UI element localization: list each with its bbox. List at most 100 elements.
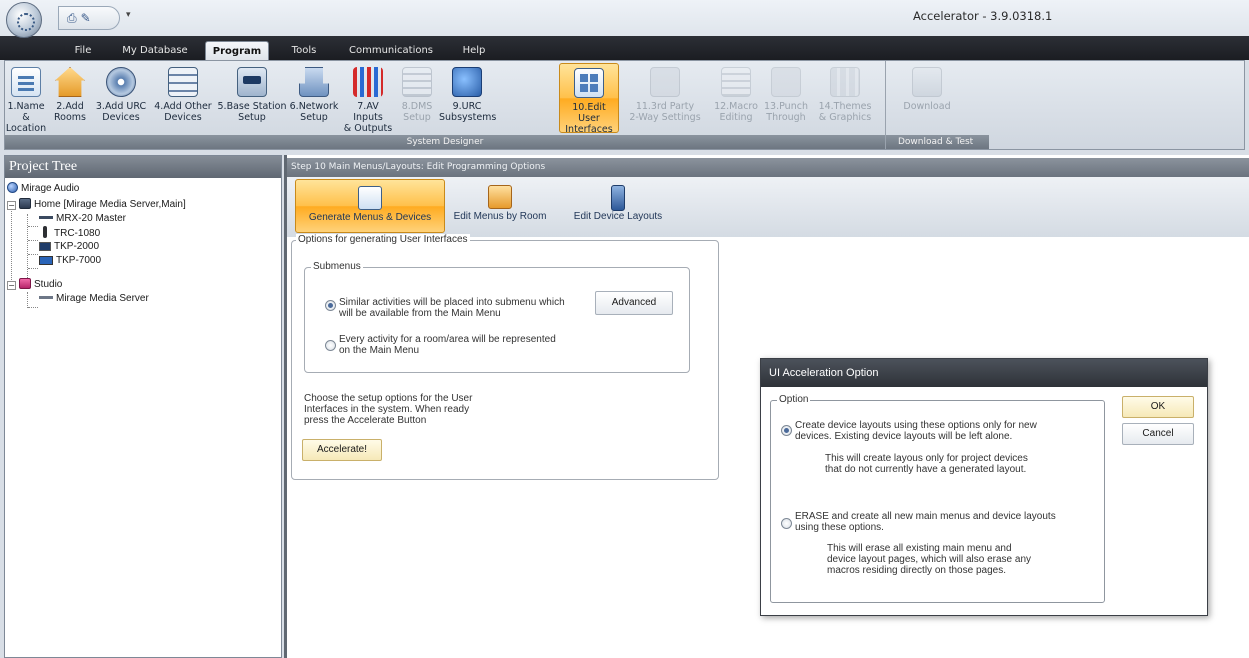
ui-acceleration-dialog: UI Acceleration Option Option Create dev… — [760, 358, 1208, 616]
dms-setup-button[interactable]: 8.DMS Setup — [397, 63, 437, 133]
edit-device-layouts-tab[interactable]: Edit Device Layouts — [563, 179, 673, 233]
button-label: 14.Themes — [818, 101, 872, 112]
button-label: 8.DMS — [401, 101, 433, 112]
erase-and-create-label: ERASE and create all new main menus and … — [795, 511, 1056, 533]
document-icon — [11, 67, 41, 97]
button-label: Setup — [238, 112, 266, 123]
add-urc-devices-button[interactable]: 3.Add URC Devices — [93, 63, 149, 133]
generate-menus-icon — [358, 186, 382, 210]
tab-communications[interactable]: Communications — [338, 41, 444, 60]
project-tree-panel: Project Tree Mirage Audio − Home [Mirage… — [4, 155, 282, 658]
tree-node-mirage-audio[interactable]: Mirage Audio — [7, 182, 79, 196]
dialog-title: UI Acceleration Option — [761, 359, 1207, 387]
title-bar: ⎙ ✎ ▾ Accelerator - 3.9.0318.1 — [0, 0, 1249, 38]
edit-icon[interactable]: ✎ — [81, 11, 91, 25]
every-activity-label: Every activity for a room/area will be r… — [339, 334, 556, 356]
room-icon — [19, 278, 31, 289]
every-activity-radio[interactable] — [325, 340, 336, 351]
button-label: 1.Name & — [7, 101, 45, 123]
edit-menus-by-room-tab[interactable]: Edit Menus by Room — [447, 179, 553, 233]
step-sub-ribbon: Generate Menus & Devices Edit Menus by R… — [287, 177, 1249, 237]
generate-menus-devices-tab[interactable]: Generate Menus & Devices — [295, 179, 445, 233]
erase-and-create-radio[interactable] — [781, 518, 792, 529]
ribbon-tab-bar: File My Database Program Tools Communica… — [0, 36, 1249, 60]
media-server-icon — [39, 296, 53, 299]
accelerate-button[interactable]: Accelerate! — [302, 439, 382, 461]
button-label: 4.Add Other — [154, 101, 212, 112]
system-designer-group: 1.Name & Location 2.Add Rooms 3.Add URC … — [5, 61, 885, 149]
tree-node-mirage-media-server[interactable]: Mirage Media Server — [39, 292, 149, 306]
remote-icon — [43, 226, 47, 238]
button-label: 6.Network — [289, 101, 339, 112]
quick-access-toolbar: ⎙ ✎ — [58, 6, 120, 30]
network-icon — [299, 67, 329, 97]
tree-node-home[interactable]: Home [Mirage Media Server,Main] — [19, 198, 186, 212]
urc-subsystems-icon — [452, 67, 482, 97]
themes-graphics-button[interactable]: 14.Themes & Graphics — [813, 63, 877, 133]
edit-user-interfaces-button[interactable]: 10.Edit User Interfaces — [559, 63, 619, 135]
add-rooms-button[interactable]: 2.Add Rooms — [49, 63, 91, 133]
button-label: 2.Add — [56, 101, 84, 112]
download-test-group-label: Download & Test — [886, 135, 989, 149]
third-party-icon — [650, 67, 680, 97]
room-icon — [19, 198, 31, 209]
tab-help[interactable]: Help — [456, 41, 492, 60]
similar-activities-label: Similar activities will be placed into s… — [339, 297, 565, 319]
punch-through-button[interactable]: 13.Punch Through — [761, 63, 811, 133]
punch-icon — [771, 67, 801, 97]
button-label: Editing — [719, 112, 753, 123]
similar-activities-radio[interactable] — [325, 300, 336, 311]
download-test-group: Download Download & Test — [885, 61, 989, 149]
add-other-devices-button[interactable]: 4.Add Other Devices — [151, 63, 215, 133]
collapse-studio-icon[interactable]: − — [7, 281, 16, 290]
button-label: 12.Macro — [714, 101, 758, 112]
save-icon[interactable]: ⎙ — [67, 11, 77, 26]
quick-access-dropdown-icon[interactable]: ▾ — [126, 10, 131, 20]
cancel-button[interactable]: Cancel — [1122, 423, 1194, 445]
tree-node-studio[interactable]: Studio — [19, 278, 62, 292]
tree-node-tkp-2000[interactable]: TKP-2000 — [39, 240, 99, 254]
button-label: 13.Punch — [764, 101, 808, 112]
name-location-button[interactable]: 1.Name & Location — [5, 63, 47, 134]
options-legend: Options for generating User Interfaces — [296, 234, 470, 245]
urc-subsystems-button[interactable]: 9.URC Subsystems — [439, 63, 496, 133]
ok-button[interactable]: OK — [1122, 396, 1194, 418]
network-setup-button[interactable]: 6.Network Setup — [289, 63, 339, 133]
tab-tools[interactable]: Tools — [282, 41, 326, 60]
button-label: Rooms — [53, 112, 86, 123]
application-menu-button[interactable] — [6, 2, 42, 38]
tree-node-trc-1080[interactable]: TRC-1080 — [39, 226, 100, 240]
submenus-legend: Submenus — [311, 261, 363, 272]
button-label: 3.Add URC — [95, 101, 147, 112]
erase-and-create-description: This will erase all existing main menu a… — [827, 543, 1031, 576]
tree-node-tkp-7000[interactable]: TKP-7000 — [39, 254, 101, 268]
av-inputs-outputs-button[interactable]: 7.AV Inputs & Outputs — [341, 63, 395, 134]
touchpanel-icon — [39, 256, 53, 265]
globe-icon — [7, 182, 18, 193]
touchpanel-icon — [39, 242, 51, 251]
button-label: Devices — [164, 112, 202, 123]
button-label: Interfaces — [565, 124, 613, 135]
tab-file[interactable]: File — [62, 41, 104, 60]
cables-icon — [353, 67, 383, 97]
download-button[interactable]: Download — [896, 63, 958, 133]
button-label: Setup — [403, 112, 431, 123]
themes-icon — [830, 67, 860, 97]
download-icon — [912, 67, 942, 97]
base-station-setup-button[interactable]: 5.Base Station Setup — [217, 63, 287, 133]
base-station-icon — [237, 67, 267, 97]
submenus-group: Submenus Similar activities will be plac… — [304, 261, 690, 373]
rack-icon — [168, 67, 198, 97]
advanced-button[interactable]: Advanced — [595, 291, 673, 315]
edit-ui-icon — [574, 68, 604, 98]
create-new-layouts-radio[interactable] — [781, 425, 792, 436]
tab-program[interactable]: Program — [205, 41, 269, 60]
dialog-option-group: Option Create device layouts using these… — [770, 394, 1105, 603]
macro-editing-button[interactable]: 12.Macro Editing — [711, 63, 761, 133]
tree-node-mrx-20[interactable]: MRX-20 Master — [39, 212, 126, 226]
collapse-home-icon[interactable]: − — [7, 201, 16, 210]
third-party-settings-button[interactable]: 11.3rd Party 2-Way Settings — [619, 63, 711, 133]
tab-my-database[interactable]: My Database — [114, 41, 196, 60]
project-tree-title: Project Tree — [5, 156, 281, 178]
dialog-option-legend: Option — [777, 394, 811, 405]
